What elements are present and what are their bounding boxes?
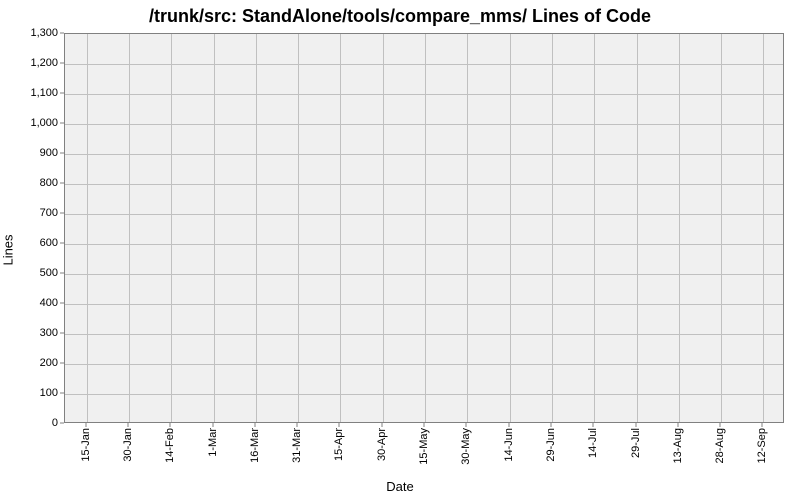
gridline-horizontal (65, 94, 783, 95)
y-tick-mark (60, 213, 64, 214)
x-tick-mark (254, 423, 255, 427)
x-tick-label: 15-May (418, 428, 430, 465)
y-tick-mark (60, 273, 64, 274)
gridline-horizontal (65, 184, 783, 185)
x-tick-label: 31-Mar (291, 428, 303, 463)
gridline-vertical (425, 34, 426, 422)
y-tick-mark (60, 363, 64, 364)
y-tick-mark (60, 303, 64, 304)
x-tick-label: 14-Jun (503, 428, 515, 462)
x-tick-label: 29-Jun (545, 428, 557, 462)
y-tick-label: 400 (24, 297, 58, 309)
gridline-horizontal (65, 124, 783, 125)
gridline-vertical (340, 34, 341, 422)
y-tick-label: 1,000 (24, 117, 58, 129)
gridline-vertical (721, 34, 722, 422)
x-tick-mark (593, 423, 594, 427)
x-tick-label: 15-Apr (333, 428, 345, 461)
x-tick-mark (677, 423, 678, 427)
x-tick-mark (85, 423, 86, 427)
x-tick-label: 30-Apr (376, 428, 388, 461)
y-tick-label: 0 (24, 417, 58, 429)
gridline-horizontal (65, 64, 783, 65)
x-tick-label: 13-Aug (672, 428, 684, 463)
y-tick-label: 1,200 (24, 57, 58, 69)
x-tick-label: 14-Jul (587, 428, 599, 458)
x-tick-mark (635, 423, 636, 427)
y-tick-mark (60, 33, 64, 34)
gridline-vertical (594, 34, 595, 422)
x-tick-label: 29-Jul (630, 428, 642, 458)
y-tick-label: 600 (24, 237, 58, 249)
y-tick-label: 900 (24, 147, 58, 159)
y-tick-mark (60, 153, 64, 154)
x-tick-label: 15-Jan (80, 428, 92, 462)
x-tick-mark (297, 423, 298, 427)
y-tick-mark (60, 123, 64, 124)
gridline-vertical (383, 34, 384, 422)
y-tick-mark (60, 243, 64, 244)
gridline-vertical (552, 34, 553, 422)
y-tick-label: 200 (24, 357, 58, 369)
gridline-vertical (87, 34, 88, 422)
gridline-horizontal (65, 214, 783, 215)
gridline-vertical (256, 34, 257, 422)
y-axis-label: Lines (1, 234, 16, 265)
x-tick-label: 14-Feb (164, 428, 176, 463)
y-tick-mark (60, 93, 64, 94)
gridline-vertical (637, 34, 638, 422)
y-tick-label: 500 (24, 267, 58, 279)
gridline-horizontal (65, 394, 783, 395)
y-tick-label: 100 (24, 387, 58, 399)
gridline-vertical (129, 34, 130, 422)
y-tick-mark (60, 63, 64, 64)
gridline-vertical (679, 34, 680, 422)
y-tick-label: 700 (24, 207, 58, 219)
y-tick-mark (60, 333, 64, 334)
x-tick-mark (339, 423, 340, 427)
chart-title: /trunk/src: StandAlone/tools/compare_mms… (0, 6, 800, 27)
y-tick-label: 800 (24, 177, 58, 189)
x-axis-label: Date (0, 479, 800, 494)
y-tick-mark (60, 183, 64, 184)
gridline-horizontal (65, 334, 783, 335)
x-tick-mark (720, 423, 721, 427)
x-tick-label: 16-Mar (249, 428, 261, 463)
y-tick-label: 300 (24, 327, 58, 339)
x-tick-label: 28-Aug (714, 428, 726, 463)
gridline-horizontal (65, 364, 783, 365)
gridline-vertical (467, 34, 468, 422)
x-tick-mark (170, 423, 171, 427)
x-tick-label: 30-Jan (122, 428, 134, 462)
x-tick-mark (212, 423, 213, 427)
gridline-horizontal (65, 244, 783, 245)
x-tick-mark (762, 423, 763, 427)
gridline-horizontal (65, 154, 783, 155)
gridline-vertical (214, 34, 215, 422)
gridline-vertical (510, 34, 511, 422)
x-tick-mark (466, 423, 467, 427)
y-tick-mark (60, 423, 64, 424)
y-tick-mark (60, 393, 64, 394)
gridline-vertical (171, 34, 172, 422)
x-tick-label: 12-Sep (756, 428, 768, 463)
gridline-horizontal (65, 304, 783, 305)
gridline-vertical (298, 34, 299, 422)
x-tick-mark (550, 423, 551, 427)
x-tick-mark (381, 423, 382, 427)
x-tick-label: 1-Mar (207, 428, 219, 457)
gridline-vertical (763, 34, 764, 422)
plot-area (64, 33, 784, 423)
y-tick-label: 1,300 (24, 27, 58, 39)
x-tick-mark (127, 423, 128, 427)
gridline-horizontal (65, 274, 783, 275)
y-tick-label: 1,100 (24, 87, 58, 99)
x-tick-label: 30-May (460, 428, 472, 465)
x-tick-mark (508, 423, 509, 427)
x-tick-mark (424, 423, 425, 427)
